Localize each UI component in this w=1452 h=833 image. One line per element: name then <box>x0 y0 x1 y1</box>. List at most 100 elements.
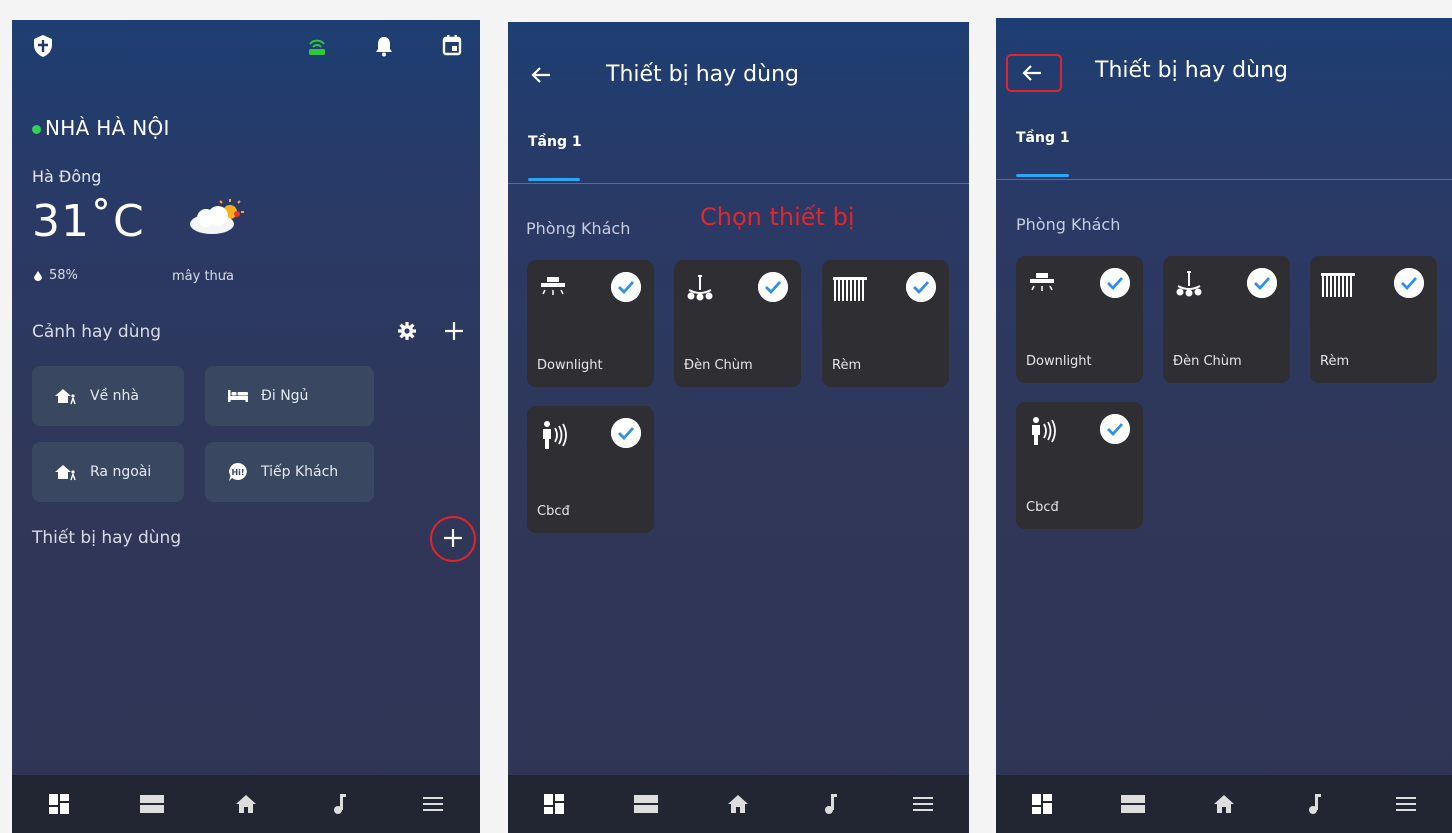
home-walk-icon <box>55 465 76 481</box>
device-name: Cbcđ <box>1026 500 1059 515</box>
nav-home[interactable] <box>1204 784 1244 824</box>
device-tile-curtain[interactable]: Rèm <box>1310 256 1437 383</box>
room-title: Phòng Khách <box>526 219 631 238</box>
motion-sensor-icon <box>1032 417 1056 445</box>
divider <box>508 183 969 184</box>
device-name: Downlight <box>1026 354 1092 369</box>
bottom-navbar <box>12 775 480 833</box>
device-tile-downlight[interactable]: Downlight <box>1016 256 1143 383</box>
gear-icon[interactable] <box>397 321 417 341</box>
tab-floor-1[interactable]: Tầng 1 <box>528 134 582 150</box>
home-walk-icon <box>55 389 76 405</box>
device-name: Đèn Chùm <box>1173 354 1242 369</box>
checkbox-checked[interactable] <box>611 272 641 302</box>
device-name: Rèm <box>832 358 862 373</box>
chandelier-icon <box>687 275 713 301</box>
chandelier-icon <box>1176 271 1202 297</box>
nav-music[interactable] <box>811 784 851 824</box>
page-title: Thiết bị hay dùng <box>606 62 799 87</box>
device-name: Cbcđ <box>537 504 570 519</box>
scene-button-di-ngu[interactable]: Đi Ngủ <box>205 366 374 426</box>
nav-music[interactable] <box>320 784 360 824</box>
devices-section-title: Thiết bị hay dùng <box>32 528 182 548</box>
location-name: NHÀ HÀ NỘI <box>45 116 170 140</box>
check-icon <box>758 272 788 302</box>
nav-menu[interactable] <box>903 784 943 824</box>
nav-menu[interactable] <box>1386 784 1426 824</box>
device-picker-screen: Thiết bị hay dùng Tầng 1 Phòng Khách Chọ… <box>508 22 969 833</box>
check-icon <box>906 272 936 302</box>
partly-cloudy-icon <box>190 199 244 234</box>
nav-menu[interactable] <box>413 784 453 824</box>
home-screen: NHÀ HÀ NỘI Hà Đông 31˚C 58% mây thưa Cản… <box>12 20 480 833</box>
dashboard-icon <box>48 794 69 814</box>
nav-home[interactable] <box>226 784 266 824</box>
menu-icon <box>1396 797 1417 811</box>
nav-rooms[interactable] <box>1113 784 1153 824</box>
menu-icon <box>912 797 933 811</box>
device-tile-chandelier[interactable]: Đèn Chùm <box>1163 256 1290 383</box>
humidity: 58% <box>32 268 78 283</box>
downlight-icon <box>541 277 565 295</box>
check-icon <box>1100 268 1130 298</box>
nav-rooms[interactable] <box>626 784 666 824</box>
device-name: Downlight <box>537 358 603 373</box>
menu-icon <box>423 797 444 811</box>
checkbox-checked[interactable] <box>1394 268 1424 298</box>
checkbox-checked[interactable] <box>611 418 641 448</box>
nav-dashboard[interactable] <box>534 784 574 824</box>
device-tile-curtain[interactable]: Rèm <box>822 260 949 387</box>
page-title: Thiết bị hay dùng <box>1095 58 1288 83</box>
scene-button-ra-ngoai[interactable]: Ra ngoài <box>32 442 184 502</box>
checkbox-checked[interactable] <box>906 272 936 302</box>
router-icon[interactable] <box>306 36 328 56</box>
droplet-icon <box>34 270 42 281</box>
home-location[interactable]: NHÀ HÀ NỘI <box>32 116 170 140</box>
device-tile-downlight[interactable]: Downlight <box>527 260 654 387</box>
check-icon <box>1100 414 1130 444</box>
rooms-icon <box>140 795 165 813</box>
music-icon <box>824 794 837 814</box>
calendar-icon[interactable] <box>442 34 462 56</box>
rooms-icon <box>1120 795 1145 813</box>
checkbox-checked[interactable] <box>1100 414 1130 444</box>
motion-sensor-icon <box>543 421 567 449</box>
scene-button-tiep-khach[interactable]: Hi! Tiếp Khách <box>205 442 374 502</box>
nav-dashboard[interactable] <box>1022 784 1062 824</box>
temperature: 31˚C <box>32 196 145 247</box>
curtain-icon <box>833 277 867 301</box>
music-icon <box>1309 794 1322 814</box>
home-icon <box>728 795 749 813</box>
nav-music[interactable] <box>1295 784 1335 824</box>
svg-text:Hi!: Hi! <box>231 468 244 477</box>
device-confirm-screen: Thiết bị hay dùng Tầng 1 Phòng Khách Dow… <box>996 18 1452 833</box>
device-tile-sensor[interactable]: Cbcđ <box>1016 402 1143 529</box>
tab-floor-1[interactable]: Tầng 1 <box>1016 130 1070 146</box>
add-scene-icon[interactable] <box>443 320 465 342</box>
scene-label: Về nhà <box>90 388 139 404</box>
dashboard-icon <box>1031 794 1052 814</box>
checkbox-checked[interactable] <box>1100 268 1130 298</box>
back-arrow-icon[interactable] <box>1021 63 1043 83</box>
dashboard-icon <box>544 794 565 814</box>
checkbox-checked[interactable] <box>758 272 788 302</box>
nav-home[interactable] <box>718 784 758 824</box>
home-icon <box>235 795 256 813</box>
downlight-icon <box>1030 273 1054 291</box>
bell-icon[interactable] <box>374 35 394 57</box>
shield-icon[interactable] <box>32 34 54 58</box>
device-tile-sensor[interactable]: Cbcđ <box>527 406 654 533</box>
device-tile-chandelier[interactable]: Đèn Chùm <box>674 260 801 387</box>
music-icon <box>333 794 346 814</box>
humidity-value: 58% <box>49 268 78 283</box>
nav-rooms[interactable] <box>132 784 172 824</box>
tab-underline <box>1016 174 1069 177</box>
scene-label: Ra ngoài <box>90 464 152 480</box>
scene-button-ve-nha[interactable]: Về nhà <box>32 366 184 426</box>
nav-dashboard[interactable] <box>39 784 79 824</box>
checkbox-checked[interactable] <box>1247 268 1277 298</box>
scene-label: Đi Ngủ <box>261 388 309 404</box>
scenes-section-title: Cảnh hay dùng <box>32 322 162 342</box>
back-arrow-icon[interactable] <box>530 65 552 85</box>
device-name: Đèn Chùm <box>684 358 753 373</box>
